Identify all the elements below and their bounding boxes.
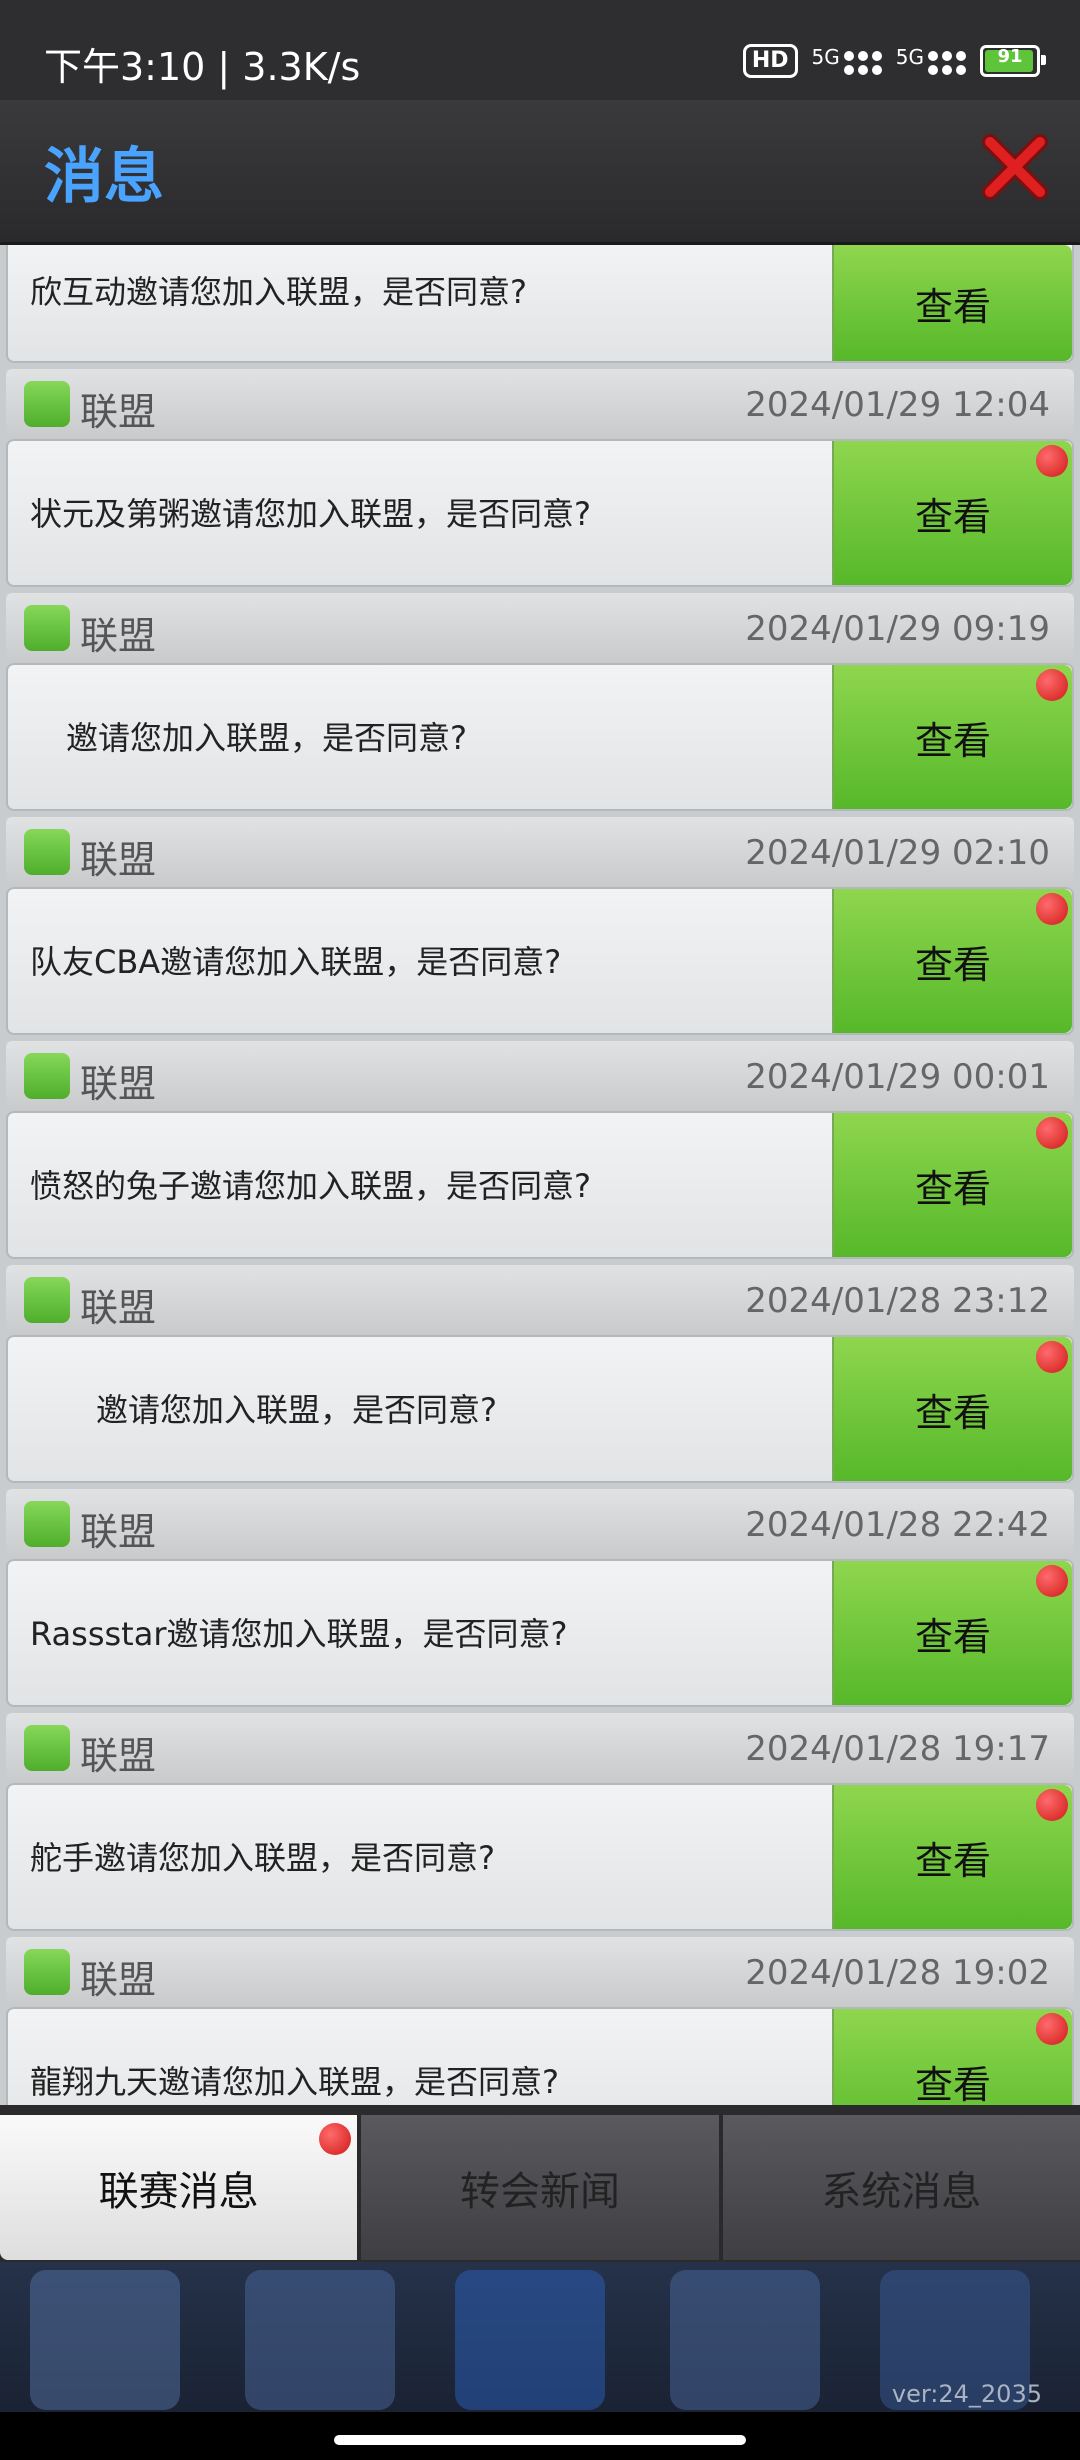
message-body: Rassstar邀请您加入联盟，是否同意? 查看: [6, 1559, 1074, 1707]
tab-label: 转会新闻: [459, 2168, 620, 2215]
message-text: 邀请您加入联盟，是否同意?: [96, 1391, 497, 1429]
page-title: 消息: [44, 142, 164, 212]
message-body: 状元及第粥邀请您加入联盟，是否同意? 查看: [6, 439, 1074, 587]
message-category: 联盟: [80, 1062, 157, 1106]
tab-label: 系统消息: [821, 2168, 982, 2215]
list-item: 联盟 2024/01/29 00:01 愤怒的兔子邀请您加入联盟，是否同意? 查…: [0, 1041, 1080, 1259]
message-category: 联盟: [80, 390, 157, 434]
speaker-icon: [24, 1501, 70, 1547]
message-header: 联盟 2024/01/29 12:04: [6, 369, 1074, 439]
signal-icon-2: 5G: [896, 47, 966, 75]
speaker-icon: [24, 1053, 70, 1099]
message-time: 2024/01/28 23:12: [745, 1281, 1050, 1321]
message-text: 队友CBA邀请您加入联盟，是否同意?: [30, 943, 562, 981]
speaker-icon: [24, 1949, 70, 1995]
message-header: 联盟 2024/01/28 22:42: [6, 1489, 1074, 1559]
message-header: 联盟 2024/01/28 23:12: [6, 1265, 1074, 1335]
version-label: ver:24_2035: [891, 2380, 1042, 2408]
message-list[interactable]: 欣互动邀请您加入联盟，是否同意? 查看 联盟 2024/01/29 12:04 …: [0, 245, 1080, 2105]
message-time: 2024/01/28 19:02: [745, 1953, 1050, 1993]
unread-dot-icon: [1036, 1789, 1068, 1821]
list-item: 联盟 2024/01/29 12:04 状元及第粥邀请您加入联盟，是否同意? 查…: [0, 369, 1080, 587]
message-body: 愤怒的兔子邀请您加入联盟，是否同意? 查看: [6, 1111, 1074, 1259]
message-time: 2024/01/29 12:04: [745, 385, 1050, 425]
list-item: 联盟 2024/01/28 23:12 邀请您加入联盟，是否同意? 查看: [0, 1265, 1080, 1483]
message-body: 邀请您加入联盟，是否同意? 查看: [6, 1335, 1074, 1483]
message-text: Rassstar邀请您加入联盟，是否同意?: [30, 1615, 568, 1653]
list-item: 联盟 2024/01/29 09:19 邀请您加入联盟，是否同意? 查看: [0, 593, 1080, 811]
message-category: 联盟: [80, 1510, 157, 1554]
list-item: 联盟 2024/01/28 19:02 龍翔九天邀请您加入联盟，是否同意? 查看: [0, 1937, 1080, 2105]
speaker-icon: [24, 381, 70, 427]
yen-icon: [245, 2270, 395, 2410]
tab-bar: 联赛消息 转会新闻 系统消息: [0, 2115, 1080, 2260]
message-time: 2024/01/28 22:42: [745, 1505, 1050, 1545]
list-item: 联盟 2024/01/29 02:10 队友CBA邀请您加入联盟，是否同意? 查…: [0, 817, 1080, 1035]
home-indicator[interactable]: [334, 2435, 746, 2445]
speaker-icon: [24, 605, 70, 651]
shop-icon: [670, 2270, 820, 2410]
star-icon: [30, 2270, 180, 2410]
message-body: 龍翔九天邀请您加入联盟，是否同意? 查看: [6, 2007, 1074, 2105]
tab-league-messages[interactable]: 联赛消息: [0, 2115, 362, 2260]
speaker-icon: [24, 829, 70, 875]
unread-dot-icon: [1036, 893, 1068, 925]
view-button[interactable]: 查看: [832, 245, 1072, 361]
list-item: 联盟 2024/01/28 22:42 Rassstar邀请您加入联盟，是否同意…: [0, 1489, 1080, 1707]
message-header: 联盟 2024/01/28 19:17: [6, 1713, 1074, 1783]
message-header: 联盟 2024/01/28 19:02: [6, 1937, 1074, 2007]
message-time: 2024/01/28 19:17: [745, 1729, 1050, 1769]
unread-dot-icon: [1036, 445, 1068, 477]
message-category: 联盟: [80, 614, 157, 658]
speaker-icon: [24, 1725, 70, 1771]
hd-icon: HD: [742, 44, 798, 78]
message-header: 联盟 2024/01/29 09:19: [6, 593, 1074, 663]
tab-transfer-news[interactable]: 转会新闻: [361, 2115, 723, 2260]
message-body: 舵手邀请您加入联盟，是否同意? 查看: [6, 1783, 1074, 1931]
message-text: 舵手邀请您加入联盟，是否同意?: [30, 1839, 495, 1877]
message-text: 欣互动邀请您加入联盟，是否同意?: [30, 273, 527, 311]
unread-dot-icon: [1036, 669, 1068, 701]
unread-dot-icon: [1036, 1117, 1068, 1149]
tab-label: 联赛消息: [98, 2168, 259, 2215]
message-text: 状元及第粥邀请您加入联盟，是否同意?: [30, 495, 591, 533]
status-bar: 下午3:10 | 3.3K/s HD 5G 5G 91: [0, 0, 1080, 100]
message-text: 愤怒的兔子邀请您加入联盟，是否同意?: [30, 1167, 591, 1205]
message-category: 联盟: [80, 1286, 157, 1330]
status-time: 下午3:10 | 3.3K/s: [44, 45, 361, 89]
close-icon: [982, 134, 1048, 200]
message-body: 队友CBA邀请您加入联盟，是否同意? 查看: [6, 887, 1074, 1035]
unread-dot-icon: [1036, 2013, 1068, 2045]
game-dock: ver:24_2035: [0, 2262, 1080, 2412]
battery-icon: 91: [980, 45, 1046, 77]
message-text: 邀请您加入联盟，是否同意?: [66, 719, 467, 757]
message-time: 2024/01/29 09:19: [745, 609, 1050, 649]
tab-system-messages[interactable]: 系统消息: [722, 2115, 1080, 2260]
unread-dot-icon: [1036, 1341, 1068, 1373]
close-button[interactable]: [980, 132, 1050, 202]
message-category: 联盟: [80, 1734, 157, 1778]
message-header: 联盟 2024/01/29 00:01: [6, 1041, 1074, 1111]
unread-dot-icon: [1036, 1565, 1068, 1597]
message-body: 欣互动邀请您加入联盟，是否同意? 查看: [6, 245, 1074, 363]
message-category: 联盟: [80, 838, 157, 882]
message-category: 联盟: [80, 1958, 157, 2002]
status-icons: HD 5G 5G 91: [742, 44, 1046, 78]
header: 消息: [0, 100, 1080, 245]
message-time: 2024/01/29 00:01: [745, 1057, 1050, 1097]
message-time: 2024/01/29 02:10: [745, 833, 1050, 873]
signal-icon-1: 5G: [812, 47, 882, 75]
message-text: 龍翔九天邀请您加入联盟，是否同意?: [30, 2063, 559, 2101]
message-body: 邀请您加入联盟，是否同意? 查看: [6, 663, 1074, 811]
message-header: 联盟 2024/01/29 02:10: [6, 817, 1074, 887]
team-icon: [455, 2270, 605, 2410]
speaker-icon: [24, 1277, 70, 1323]
list-item: 欣互动邀请您加入联盟，是否同意? 查看: [0, 245, 1080, 363]
list-item: 联盟 2024/01/28 19:17 舵手邀请您加入联盟，是否同意? 查看: [0, 1713, 1080, 1931]
unread-dot-icon: [319, 2123, 352, 2155]
